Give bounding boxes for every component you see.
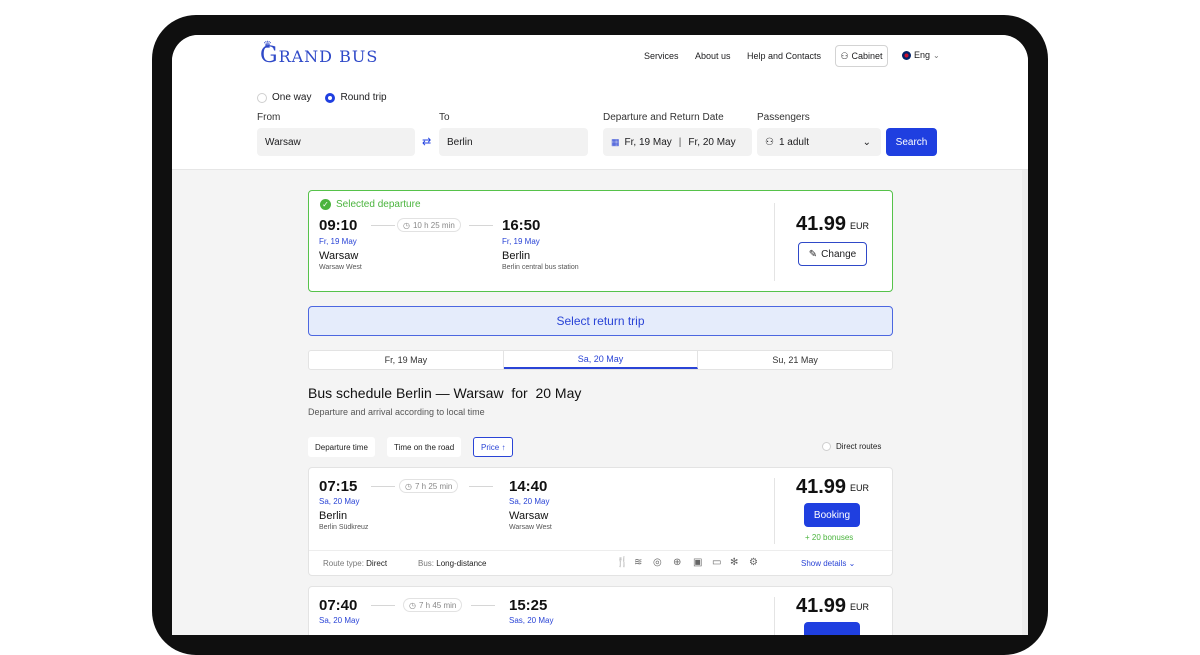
price: 41.99 <box>796 213 847 235</box>
arrival-station: Warsaw West <box>509 524 552 531</box>
uk-flag-icon <box>902 50 911 60</box>
chevron-down-icon: ⌄ <box>933 50 940 60</box>
power-icon: ⊕ <box>673 557 682 568</box>
trip-card: 07:15 Sa, 20 May Berlin Berlin Südkreuz … <box>308 467 893 576</box>
departure-date: Sa, 20 May <box>319 497 360 506</box>
swap-icon[interactable]: ⇄ <box>422 135 431 148</box>
sort-time-on-road[interactable]: Time on the road <box>387 437 462 457</box>
date-tab-active[interactable]: Sa, 20 May <box>503 351 699 369</box>
departure-time: 07:40 <box>319 597 358 614</box>
clock-icon: ◷ <box>409 600 416 610</box>
departure-city: Berlin <box>319 510 348 522</box>
price: 41.99 <box>796 595 847 617</box>
sort-price[interactable]: Price ↑ <box>473 437 514 457</box>
bonus-label: + 20 bonuses <box>805 533 854 542</box>
arrival-station: Berlin central bus station <box>502 264 579 271</box>
clock-icon: ◷ <box>405 481 412 491</box>
from-field[interactable]: Warsaw <box>257 128 415 156</box>
arrival-time: 14:40 <box>509 478 548 495</box>
selected-departure-card: ✓ Selected departure 09:10 Fr, 19 May Wa… <box>308 190 893 292</box>
from-label: From <box>257 112 281 123</box>
chevron-down-icon: ⌄ <box>862 136 871 148</box>
user-icon: ⚇ <box>840 50 849 61</box>
passengers-label: Passengers <box>757 112 810 123</box>
select-return-trip-bar[interactable]: Select return trip <box>308 306 893 336</box>
booking-button[interactable]: Booking <box>804 503 860 527</box>
departure-date: Sa, 20 May <box>319 616 360 625</box>
header: ♛ GRAND BUS Services About us Help and C… <box>172 35 1028 170</box>
currency: EUR <box>850 483 870 493</box>
radio-round-trip[interactable]: Round trip <box>325 92 387 103</box>
schedule-title: Bus schedule Berlin — Warsaw for 20 May <box>308 385 582 401</box>
grand-bus-logo[interactable]: ♛ GRAND BUS <box>260 40 378 68</box>
change-button[interactable]: ✎ Change <box>798 242 867 266</box>
departure-station: Berlin Südkreuz <box>319 524 369 531</box>
arrival-city: Warsaw <box>509 510 549 522</box>
seat-icon: ▣ <box>693 557 703 568</box>
language-selector[interactable]: Eng ⌄ <box>902 50 940 60</box>
calendar-icon: ▦ <box>611 136 620 147</box>
clock-icon: ◷ <box>403 220 410 230</box>
bus-type: Bus: Long-distance <box>418 559 487 568</box>
trip-card: 07:40 Sa, 20 May ◷ 7 h 45 min 15:25 Sas, … <box>308 586 893 635</box>
schedule-subtitle: Departure and arrival according to local… <box>308 407 485 417</box>
show-details-link[interactable]: Show details ⌄ <box>801 559 855 568</box>
nav-about-us[interactable]: About us <box>695 51 731 61</box>
selected-departure-label: ✓ Selected departure <box>320 199 421 210</box>
chevron-down-icon: ⌄ <box>848 559 856 568</box>
date-field[interactable]: ▦ Fr, 19 May | Fr, 20 May <box>603 128 752 156</box>
crown-icon: ♛ <box>263 40 273 51</box>
usb-icon: ⚙ <box>749 557 758 568</box>
duration-badge: ◷ 7 h 25 min <box>399 479 459 493</box>
date-tab[interactable]: Su, 21 May <box>698 351 892 369</box>
pencil-icon: ✎ <box>808 248 818 260</box>
direct-routes-toggle[interactable]: Direct routes <box>822 442 881 451</box>
wifi-icon: ≋ <box>634 557 643 568</box>
duration-badge: ◷ 10 h 25 min <box>397 218 461 232</box>
food-icon: 🍴 <box>616 557 629 568</box>
booking-button[interactable] <box>804 622 860 635</box>
nav-services[interactable]: Services <box>644 51 679 61</box>
search-button[interactable]: Search <box>886 128 937 156</box>
ac-icon: ✻ <box>730 557 739 568</box>
tv-icon: ▭ <box>712 557 722 568</box>
to-label: To <box>439 112 450 123</box>
currency: EUR <box>850 221 870 231</box>
trip-details-footer: Route type: Direct Bus: Long-distance 🍴 … <box>309 550 892 576</box>
arrival-time: 15:25 <box>509 597 548 614</box>
departure-city: Warsaw <box>319 250 359 262</box>
date-tabs: Fr, 19 May Sa, 20 May Su, 21 May <box>308 350 893 370</box>
arrival-date: Sas, 20 May <box>509 616 554 625</box>
price: 41.99 <box>796 476 847 498</box>
departure-time: 07:15 <box>319 478 358 495</box>
scrollbar[interactable] <box>1022 95 1028 635</box>
departure-time: 09:10 <box>319 217 358 234</box>
passengers-field[interactable]: ⚇ 1 adult ⌄ <box>757 128 881 156</box>
cabinet-button[interactable]: ⚇ Cabinet <box>835 45 888 67</box>
app-screen: ♛ GRAND BUS Services About us Help and C… <box>172 35 1028 635</box>
wc-icon: ◎ <box>653 557 662 568</box>
trip-type-selector: One way Round trip <box>257 92 387 103</box>
sort-departure-time[interactable]: Departure time <box>308 437 375 457</box>
radio-one-way[interactable]: One way <box>257 92 311 103</box>
arrival-city: Berlin <box>502 250 531 262</box>
arrival-date: Sa, 20 May <box>509 497 550 506</box>
to-field[interactable]: Berlin <box>439 128 588 156</box>
date-tab[interactable]: Fr, 19 May <box>309 351 504 369</box>
departure-station: Warsaw West <box>319 264 362 271</box>
dates-label: Departure and Return Date <box>603 112 724 123</box>
user-icon: ⚇ <box>765 136 774 148</box>
departure-date: Fr, 19 May <box>319 237 357 246</box>
arrival-date: Fr, 19 May <box>502 237 540 246</box>
duration-badge: ◷ 7 h 45 min <box>403 598 463 612</box>
check-icon: ✓ <box>320 199 331 210</box>
arrival-time: 16:50 <box>502 217 541 234</box>
nav-help-contacts[interactable]: Help and Contacts <box>747 51 821 61</box>
currency: EUR <box>850 602 870 612</box>
route-type: Route type: Direct <box>323 559 388 568</box>
